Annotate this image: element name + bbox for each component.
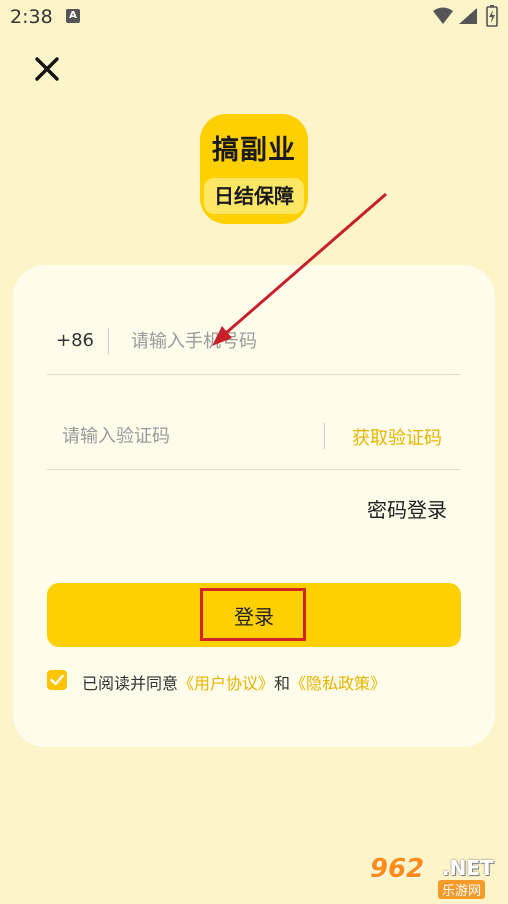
login-button[interactable]: 登录	[47, 583, 461, 647]
watermark-subtitle: 乐游网	[438, 880, 486, 899]
logo-subtitle: 日结保障	[204, 178, 304, 214]
watermark-suffix: .NET	[442, 856, 494, 880]
divider	[108, 328, 109, 354]
password-login-link[interactable]: 密码登录	[367, 494, 447, 523]
logo-title: 搞副业	[212, 135, 296, 166]
close-button[interactable]	[30, 52, 64, 86]
watermark-number: 962	[370, 854, 425, 884]
agreement-text: 已阅读并同意《用户协议》和《隐私政策》	[82, 670, 386, 694]
app-logo: 搞副业 日结保障	[200, 114, 308, 224]
wifi-icon	[433, 7, 453, 24]
status-bar: 2:38 A	[0, 0, 508, 34]
get-code-button[interactable]: 获取验证码	[352, 424, 442, 450]
phone-input[interactable]	[131, 324, 451, 358]
agreement-row: 已阅读并同意《用户协议》和《隐私政策》	[47, 668, 467, 694]
divider	[324, 423, 325, 449]
battery-icon	[486, 5, 498, 27]
country-code[interactable]: +86	[56, 330, 94, 351]
code-row: 获取验证码	[47, 405, 460, 470]
watermark-logo: 962 .NET 乐游网	[368, 852, 502, 899]
verification-code-input[interactable]	[62, 419, 302, 453]
user-agreement-link[interactable]: 《用户协议》	[178, 674, 274, 693]
phone-row: +86	[47, 310, 460, 375]
agreement-prefix: 已阅读并同意	[82, 674, 179, 693]
close-icon	[35, 57, 59, 81]
agreement-checkbox[interactable]	[47, 670, 67, 690]
status-time: 2:38	[10, 6, 53, 28]
privacy-policy-link[interactable]: 《隐私政策》	[290, 674, 386, 693]
agreement-and: 和	[274, 674, 291, 693]
signal-icon	[459, 8, 477, 24]
check-icon	[50, 674, 64, 686]
notification-icon: A	[66, 9, 80, 23]
